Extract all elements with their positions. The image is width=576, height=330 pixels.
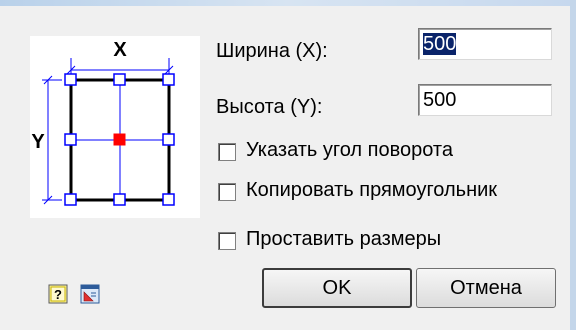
rectangle-diagram: X Y <box>31 39 175 206</box>
x-dimension-label: X <box>113 39 127 61</box>
drawing-settings-icon[interactable] <box>80 284 100 304</box>
add-dimensions-checkbox[interactable] <box>218 232 236 250</box>
height-field[interactable]: 500 <box>418 84 552 116</box>
height-value: 500 <box>423 89 457 111</box>
height-label: Высота (Y): <box>216 96 323 118</box>
rotation-angle-label: Указать угол поворота <box>246 139 453 161</box>
help-icon[interactable]: ? <box>48 284 68 304</box>
dialog-body: X Y Ширина (X): 500 Высота (Y): 500 Указ… <box>0 6 570 330</box>
add-dimensions-label: Проставить размеры <box>246 228 442 250</box>
width-value: 500 <box>423 33 457 55</box>
width-field[interactable]: 500 <box>418 28 552 60</box>
svg-text:?: ? <box>54 287 62 302</box>
copy-rectangle-checkbox[interactable] <box>218 183 236 201</box>
ok-button[interactable]: OK <box>262 268 412 308</box>
y-dimension-label: Y <box>31 131 45 153</box>
copy-rectangle-label: Копировать прямоугольник <box>246 179 498 201</box>
window-right-frame <box>570 0 576 330</box>
rectangle-preview: X Y <box>30 36 200 218</box>
cancel-button[interactable]: Отмена <box>416 268 556 308</box>
width-label: Ширина (X): <box>216 40 328 62</box>
rotation-angle-checkbox[interactable] <box>218 143 236 161</box>
